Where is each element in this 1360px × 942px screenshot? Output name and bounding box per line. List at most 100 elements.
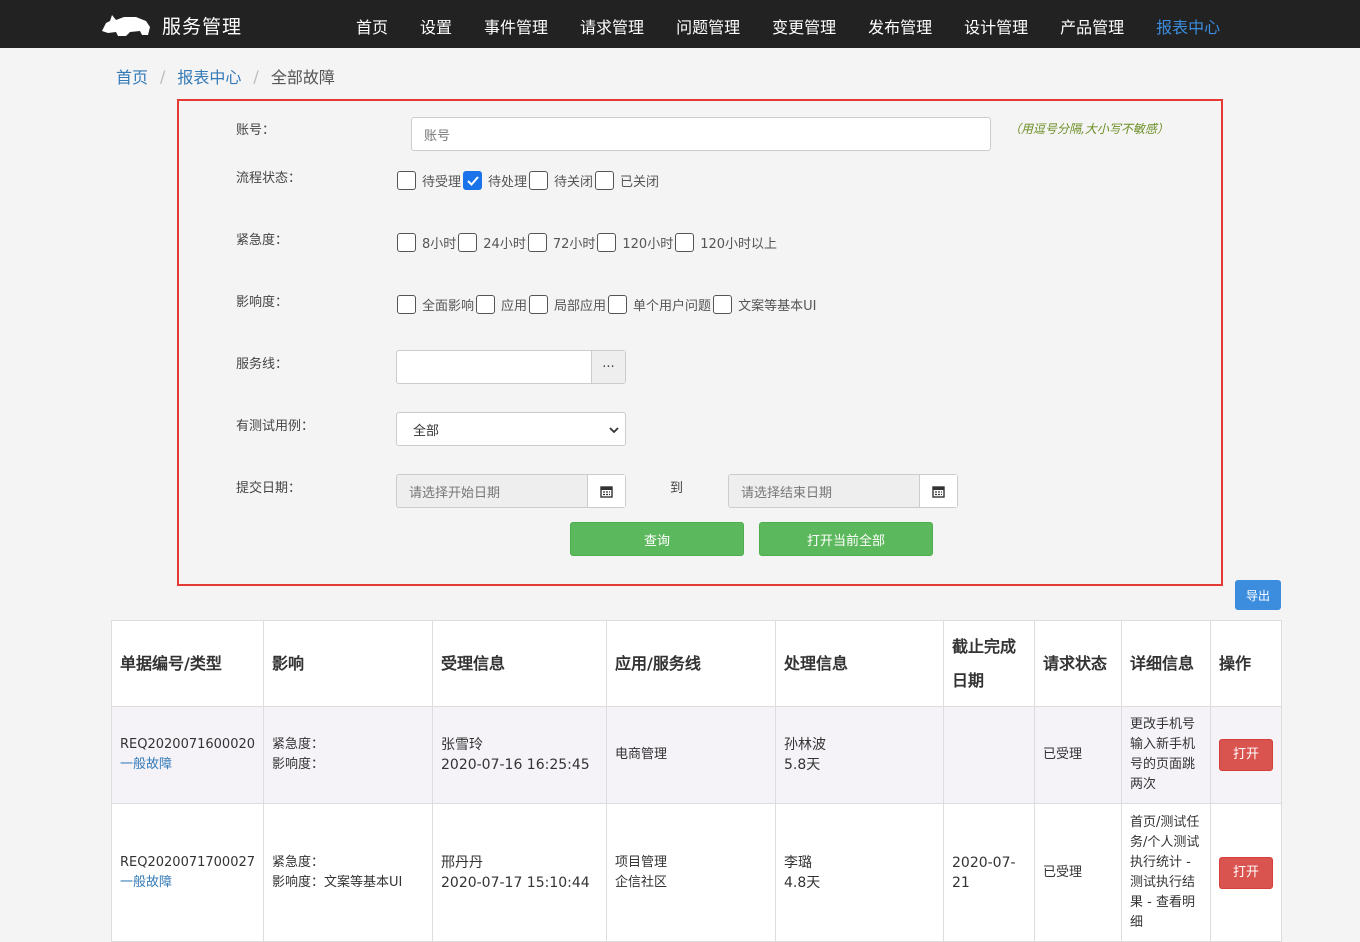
checkbox-checked[interactable] [463,171,483,190]
more-icon[interactable]: ··· [591,351,625,383]
urgency-option-120h[interactable]: 120小时 [597,233,673,252]
start-date-input[interactable]: 请选择开始日期 [396,474,626,508]
calendar-icon [932,485,945,498]
open-button[interactable]: 打开 [1219,856,1273,889]
brand-title: 服务管理 [162,15,243,38]
ticket-type-link[interactable]: 一般故障 [120,755,255,775]
cell-detail: 首页/测试任务/个人测试执行统计 - 测试执行结果 - 查看明细 [1121,803,1211,942]
export-button[interactable]: 导出 [1235,580,1281,610]
nav-design[interactable]: 设计管理 [948,0,1044,48]
handler: 李璐 [784,854,812,871]
checkbox[interactable] [529,295,549,314]
impact-option-single-user[interactable]: 单个用户问题 [608,295,711,314]
header-impact[interactable]: 影响 [263,620,433,707]
brand-logo[interactable]: 服务管理 [100,10,242,40]
end-date-input[interactable]: 请选择结束日期 [728,474,958,508]
nav-report-center[interactable]: 报表中心 [1140,0,1236,48]
test-case-select[interactable]: 全部 [396,412,626,446]
nav-problem[interactable]: 问题管理 [660,0,756,48]
table-row: REQ2020071700027 一般故障 紧急度： 影响度：文案等基本UI 邢… [111,803,1282,942]
status-option-pending-handle[interactable]: 待处理 [463,171,527,190]
breadcrumb-report-center[interactable]: 报表中心 [177,64,241,88]
breadcrumb: 首页 / 报表中心 / 全部故障 [116,64,335,88]
open-button[interactable]: 打开 [1219,739,1273,771]
urgency-option-24h[interactable]: 24小时 [458,233,526,252]
nav-settings[interactable]: 设置 [404,0,468,48]
checkbox[interactable] [675,233,695,252]
checkbox[interactable] [527,233,547,252]
breadcrumb-home[interactable]: 首页 [116,64,148,88]
checkbox[interactable] [608,295,628,314]
checkbox[interactable] [529,171,549,190]
cell-status: 已受理 [1034,803,1122,942]
account-input[interactable]: 账号 [411,117,991,151]
checkbox[interactable] [458,233,478,252]
impact-label: 影响度： [236,295,289,310]
cell-deadline [943,706,1035,804]
checkbox[interactable] [595,171,615,190]
nav-incident[interactable]: 事件管理 [468,0,564,48]
cell-action: 打开 [1210,803,1282,942]
service-line-label: 服务线： [236,357,289,372]
header-deadline[interactable]: 截止完成日期 [943,620,1035,707]
checkbox[interactable] [713,295,733,314]
acceptor: 张雪玲 [441,737,483,753]
urgency-checkbox-group: 8小时 24小时 72小时 120小时 120小时以上 [397,233,779,252]
cell-id-type: REQ2020071700027 一般故障 [111,803,264,942]
account-placeholder: 账号 [424,128,451,144]
top-navbar: 服务管理 首页 设置 事件管理 请求管理 问题管理 变更管理 发布管理 设计管理… [0,0,1360,48]
end-date-placeholder: 请选择结束日期 [741,485,833,501]
nav-home[interactable]: 首页 [340,0,404,48]
impact-option-partial-app[interactable]: 局部应用 [529,295,606,314]
status-option-pending-accept[interactable]: 待受理 [397,171,461,190]
app-name: 电商管理 [615,747,668,762]
accept-time: 2020-07-16 16:25:45 [441,757,590,773]
query-button[interactable]: 查询 [570,522,744,556]
header-handle-info[interactable]: 处理信息 [775,620,944,707]
urgency-option-8h[interactable]: 8小时 [397,233,456,252]
cell-action: 打开 [1210,706,1282,804]
nav-change[interactable]: 变更管理 [756,0,852,48]
account-hint: （用逗号分隔,大小写不敏感） [1009,122,1169,136]
header-status[interactable]: 请求状态 [1034,620,1122,707]
urgency-option-120h-plus[interactable]: 120小时以上 [675,233,777,252]
ticket-type-link[interactable]: 一般故障 [120,873,255,893]
header-accept-info[interactable]: 受理信息 [432,620,607,707]
cell-accept: 张雪玲 2020-07-16 16:25:45 [432,706,607,804]
account-label: 账号： [236,123,276,138]
cell-detail: 更改手机号输入新手机号的页面跳两次 [1121,706,1211,804]
filter-panel: 账号： 账号 （用逗号分隔,大小写不敏感） 流程状态： 待受理 待处理 待关闭 … [177,99,1223,586]
checkbox[interactable] [476,295,496,314]
impact-value: 影响度：文案等基本UI [272,874,403,890]
impact-option-basic-ui[interactable]: 文案等基本UI [713,295,816,314]
breadcrumb-separator: / [253,66,259,86]
check-icon [466,175,479,186]
cell-app: 项目管理 企信社区 [606,803,776,942]
calendar-button[interactable] [587,475,625,507]
checkbox[interactable] [397,233,416,252]
nav-request[interactable]: 请求管理 [564,0,660,48]
service-line-input[interactable]: ··· [396,350,626,384]
chevron-down-icon [609,427,619,434]
calendar-button[interactable] [919,475,957,507]
status-option-closed[interactable]: 已关闭 [595,171,659,190]
header-id-type[interactable]: 单据编号/类型 [111,620,264,707]
checkbox[interactable] [397,295,416,314]
header-app-service-line[interactable]: 应用/服务线 [606,620,776,707]
urgency-value: 紧急度： [272,737,325,752]
nav-product[interactable]: 产品管理 [1044,0,1140,48]
impact-option-app[interactable]: 应用 [476,295,527,314]
test-case-selected: 全部 [413,423,440,439]
impact-option-full[interactable]: 全面影响 [397,295,474,314]
checkbox[interactable] [597,233,617,252]
open-all-button[interactable]: 打开当前全部 [759,522,933,556]
cell-impact: 紧急度： 影响度： [263,706,433,804]
accept-time: 2020-07-17 15:10:44 [441,874,590,891]
status-checkbox-group: 待受理 待处理 待关闭 已关闭 [397,171,661,190]
start-date-placeholder: 请选择开始日期 [409,485,501,501]
nav-release[interactable]: 发布管理 [852,0,948,48]
header-detail[interactable]: 详细信息 [1121,620,1211,707]
status-option-pending-close[interactable]: 待关闭 [529,171,593,190]
checkbox[interactable] [397,171,416,190]
urgency-option-72h[interactable]: 72小时 [527,233,595,252]
